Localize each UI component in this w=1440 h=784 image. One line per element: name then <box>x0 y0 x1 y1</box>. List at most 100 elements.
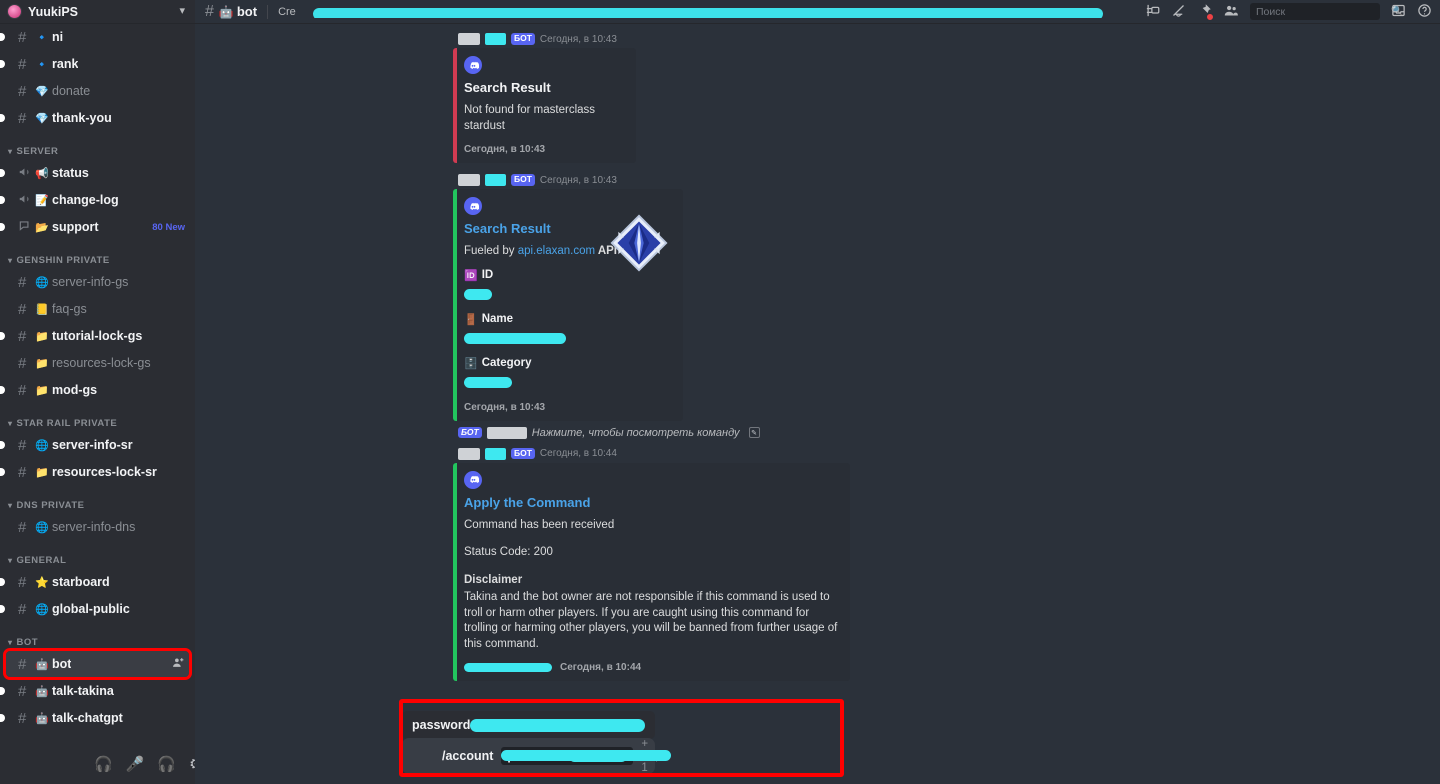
deafen-headphones-icon[interactable]: 🎧 <box>157 757 176 772</box>
search-input[interactable] <box>1256 5 1391 18</box>
embed-field: 🆔 ID <box>464 269 671 304</box>
sidebar-item-status[interactable]: 📢 status <box>0 160 189 186</box>
redaction-mark <box>501 749 672 761</box>
channel-list[interactable]: # 🔹 ni # 🔹 rank # 💎 donate # 💎 thank-you ▾ SERVER 📢 sta… <box>0 24 195 784</box>
chevron-down-icon[interactable]: ▾ <box>179 6 185 17</box>
unread-indicator <box>0 169 5 177</box>
channel-emoji-icon: 💎 <box>35 112 49 125</box>
sidebar-item-server-info-sr[interactable]: # 🌐 server-info-sr <box>0 432 189 458</box>
channel-category-general[interactable]: ▾ GENERAL <box>0 541 195 569</box>
channel-emoji-icon: 📢 <box>35 167 49 180</box>
category-label: DNS PRIVATE <box>16 500 85 511</box>
server-avatar-icon <box>8 5 21 18</box>
sidebar-item-label: resources-lock-sr <box>52 465 157 479</box>
message-input[interactable]: /account password + ещё 1 <box>402 738 672 774</box>
sidebar-item-support[interactable]: 📂 support 80 New <box>0 214 189 240</box>
channel-emoji-icon: 🤖 <box>35 712 49 725</box>
hash-icon: # <box>18 518 27 536</box>
sidebar-item-label: talk-chatgpt <box>52 711 123 725</box>
channel-category-star-rail-private[interactable]: ▾ STAR RAIL PRIVATE <box>0 404 195 432</box>
sidebar-item-mod-gs[interactable]: # 📁 mod-gs <box>0 377 189 403</box>
channel-topic[interactable]: Cre <box>278 6 1108 18</box>
sidebar-item-server-info-dns[interactable]: # 🌐 server-info-dns <box>6 514 189 540</box>
channel-category-server[interactable]: ▾ SERVER <box>0 132 195 160</box>
sidebar-item-tutorial-lock-gs[interactable]: # 📁 tutorial-lock-gs <box>0 323 189 349</box>
threads-icon[interactable] <box>1145 3 1160 20</box>
message-list[interactable]: БОТ Сегодня, в 10:43 Search Result Not foun… <box>195 24 1440 694</box>
sidebar-item-starboard[interactable]: # ⭐ starboard <box>0 569 189 595</box>
channel-category-bot[interactable]: ▾ BOT <box>0 623 195 651</box>
autocomplete-row[interactable]: password <box>412 718 645 732</box>
topbar-divider <box>267 4 269 19</box>
sidebar-item-donate[interactable]: # 💎 donate <box>6 78 189 104</box>
unread-indicator <box>0 332 5 340</box>
username-redacted <box>485 174 506 187</box>
message-header: БОТ Сегодня, в 10:44 <box>195 445 1440 463</box>
discord-icon <box>464 197 482 216</box>
message-timestamp: Сегодня, в 10:44 <box>539 448 617 460</box>
notification-off-icon[interactable] <box>1171 3 1186 20</box>
sidebar-item-faq-gs[interactable]: # 📒 faq-gs <box>6 296 189 322</box>
category-label: GENERAL <box>16 555 67 566</box>
embed-timestamp: Сегодня, в 10:43 <box>464 144 546 156</box>
discord-icon <box>464 470 482 489</box>
chevron-down-icon: ▾ <box>8 501 13 510</box>
unread-badge: 80 New <box>152 221 185 233</box>
status-code-text: Status Code: 200 <box>464 546 553 559</box>
channel-category-genshin-private[interactable]: ▾ GENSHIN PRIVATE <box>0 241 195 269</box>
chevron-down-icon: ▾ <box>8 256 13 265</box>
sidebar-item-global-public[interactable]: # 🌐 global-public <box>0 596 189 622</box>
sidebar-item-thank-you[interactable]: # 💎 thank-you <box>0 105 189 131</box>
sidebar-item-talk-chatgpt[interactable]: # 🤖 talk-chatgpt <box>0 705 189 731</box>
unread-indicator <box>0 605 5 613</box>
message-msg-1: БОТ Сегодня, в 10:43 Search Result Not foun… <box>195 24 1440 165</box>
sidebar-item-label: tutorial-lock-gs <box>52 329 143 343</box>
message-header: БОТ Сегодня, в 10:43 <box>195 171 1440 189</box>
sidebar-item-server-info-gs[interactable]: # 🌐 server-info-gs <box>6 269 189 295</box>
voice-controls[interactable]: 🎧 🎤 🎧 ⚙ <box>88 753 195 776</box>
sidebar-item-talk-takina[interactable]: # 🤖 talk-takina <box>0 678 189 704</box>
channel-emoji-icon: 💎 <box>35 85 49 98</box>
reply-reference[interactable]: БОТ Нажмите, чтобы посмотреть команду ✎ <box>195 425 1440 441</box>
slash-command-icon[interactable]: ✎ <box>748 427 760 439</box>
server-header[interactable]: YuukiPS ▾ <box>0 0 195 24</box>
sidebar-item-change-log[interactable]: 📝 change-log <box>0 187 189 213</box>
sidebar-item-ni[interactable]: # 🔹 ni <box>0 24 189 50</box>
sidebar-item-bot[interactable]: # 🤖 bot <box>3 648 192 680</box>
api-link[interactable]: api.elaxan.com <box>518 245 595 257</box>
channel-sidebar: YuukiPS ▾ # 🔹 ni # 🔹 rank # 💎 donate # 💎 thank-you ▾… <box>0 0 195 784</box>
bot-tag: БОТ <box>511 447 535 460</box>
add-person-icon[interactable] <box>172 656 189 672</box>
redaction-mark <box>464 332 566 344</box>
headset-icon[interactable]: 🎧 <box>94 757 113 772</box>
channel-emoji-icon: 📁 <box>35 330 49 343</box>
unread-indicator <box>0 196 5 204</box>
message-timestamp: Сегодня, в 10:43 <box>539 174 617 186</box>
username-redacted <box>485 447 506 460</box>
help-icon[interactable] <box>1417 3 1432 20</box>
embed-title[interactable]: Apply the Command <box>464 495 838 510</box>
sidebar-item-label: thank-you <box>52 111 112 125</box>
pin-icon[interactable] <box>1197 3 1214 21</box>
sidebar-item-label: faq-gs <box>52 302 87 316</box>
members-icon[interactable] <box>1223 3 1239 20</box>
field-label: ID <box>481 269 494 282</box>
hash-icon: # <box>18 300 27 318</box>
hash-icon: # <box>18 82 27 100</box>
microphone-icon[interactable]: 🎤 <box>126 757 145 772</box>
command-autocomplete[interactable]: password <box>402 711 655 739</box>
message-timestamp: Сегодня, в 10:43 <box>539 33 617 45</box>
search-box[interactable]: 🔍 <box>1250 3 1403 20</box>
channel-category-dns-private[interactable]: ▾ DNS PRIVATE <box>0 486 195 514</box>
sidebar-item-resources-lock-gs[interactable]: # 📁 resources-lock-gs <box>6 350 189 376</box>
chevron-down-icon: ▾ <box>8 147 13 156</box>
inbox-icon[interactable] <box>1391 3 1406 20</box>
unread-indicator <box>0 223 5 231</box>
chevron-down-icon: ▾ <box>8 419 13 428</box>
hash-icon: # <box>18 573 27 591</box>
sidebar-item-rank[interactable]: # 🔹 rank <box>0 51 189 77</box>
sidebar-item-resources-lock-sr[interactable]: # 📁 resources-lock-sr <box>0 459 189 485</box>
sidebar-item-label: server-info-gs <box>52 275 129 289</box>
hash-icon: # <box>18 436 27 454</box>
sidebar-item-label: mod-gs <box>52 383 98 397</box>
